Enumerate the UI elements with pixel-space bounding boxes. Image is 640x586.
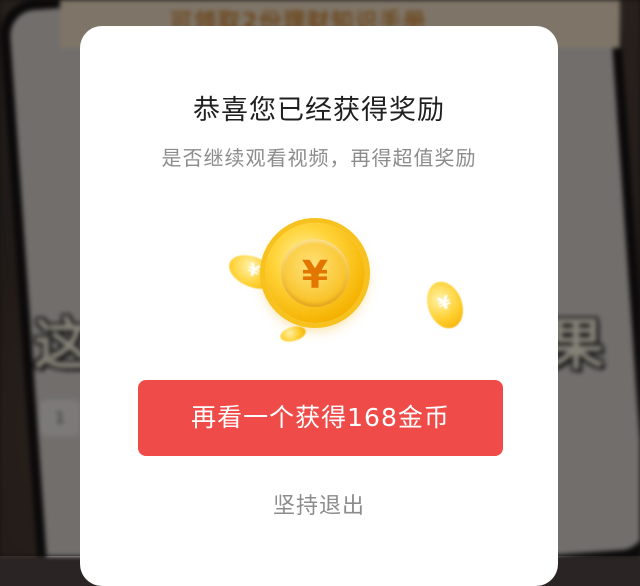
coin-illustration: ¥ ¥ ¥	[140, 211, 500, 361]
small-coin-icon: ¥	[420, 276, 470, 334]
reward-dialog: 恭喜您已经获得奖励 是否继续观看视频，再得超值奖励 ¥ ¥ ¥ 再看一个获得16…	[80, 26, 558, 586]
watch-another-button[interactable]: 再看一个获得168金币	[138, 380, 503, 456]
small-coin-symbol: ¥	[435, 291, 454, 316]
dialog-title: 恭喜您已经获得奖励	[193, 95, 445, 126]
yen-coin-icon: ¥	[265, 223, 365, 323]
coin-face: ¥	[281, 239, 349, 307]
coin-symbol: ¥	[301, 253, 329, 297]
dialog-subtitle: 是否继续观看视频，再得超值奖励	[161, 146, 477, 170]
tiny-coin-icon	[278, 323, 308, 345]
exit-link[interactable]: 坚持退出	[80, 488, 558, 520]
